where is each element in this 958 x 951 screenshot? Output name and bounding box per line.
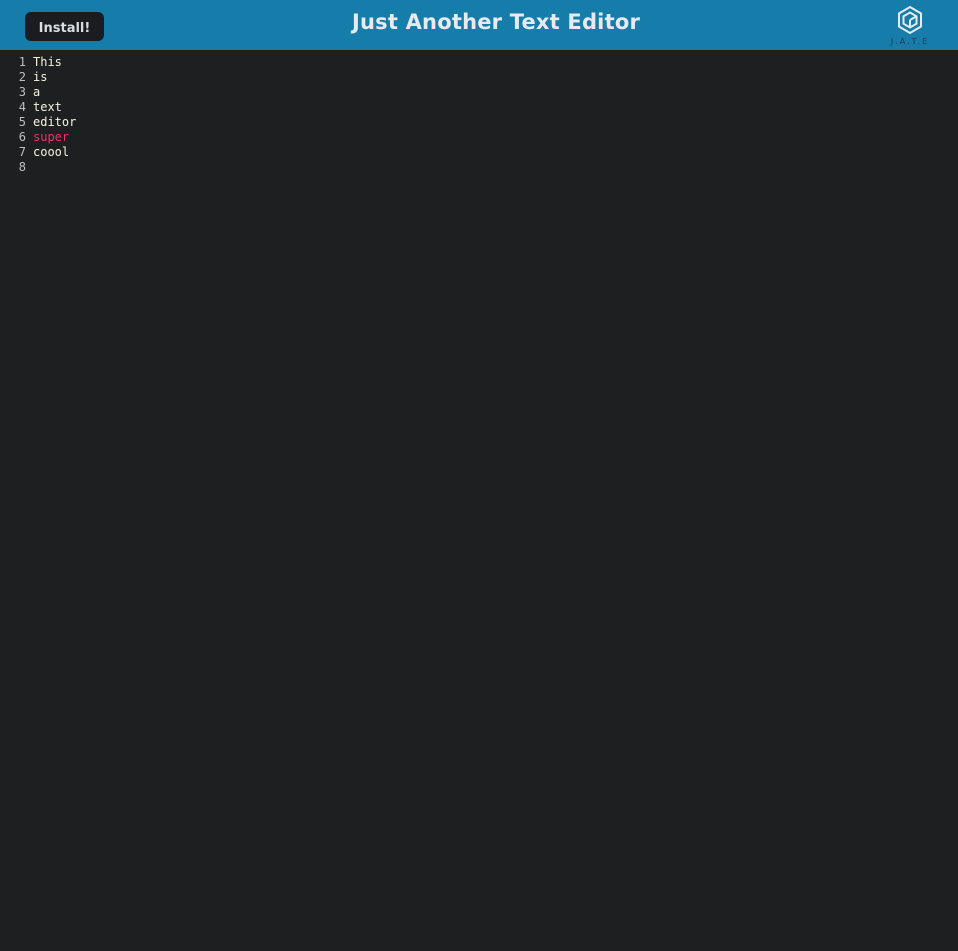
line-text[interactable]: This	[33, 55, 62, 69]
line-text[interactable]: editor	[33, 115, 76, 129]
navbar: Install! Just Another Text Editor J.A.T.…	[0, 0, 958, 50]
editor-line[interactable]: 6 super	[0, 130, 76, 145]
editor-lines[interactable]: 1 This 2 is 3a 4 text 5 editor 6 super 7 coool…	[0, 55, 77, 175]
editor-line[interactable]: 1 This	[0, 55, 76, 70]
editor-line[interactable]: 2 is	[0, 70, 76, 85]
app-logo: J.A.T.E	[888, 4, 932, 48]
line-text-keyword[interactable]: super	[33, 130, 69, 144]
editor-line[interactable]: 7 coool	[0, 145, 76, 160]
line-text[interactable]: is	[33, 70, 47, 84]
line-number: 1	[18, 55, 26, 69]
editor-line[interactable]: 4 text	[0, 100, 76, 115]
line-text[interactable]: text	[33, 100, 62, 114]
line-text[interactable]: coool	[33, 145, 69, 159]
line-number: 7	[18, 145, 26, 159]
hexagon-logo-icon	[898, 5, 922, 35]
code-editor[interactable]: 1 This 2 is 3a 4 text 5 editor 6 super 7 coool…	[0, 50, 958, 951]
line-number: 8	[18, 160, 26, 174]
line-number: 5	[18, 115, 26, 129]
line-number: 6	[18, 130, 26, 144]
line-number: 3	[18, 85, 26, 99]
line-number: 4	[18, 100, 26, 114]
editor-line[interactable]: 8	[0, 160, 76, 175]
editor-line[interactable]: 5 editor	[0, 115, 77, 130]
editor-line[interactable]: 3a	[0, 85, 76, 100]
page-title: Just Another Text Editor	[351, 10, 640, 34]
line-text[interactable]: a	[33, 85, 40, 99]
logo-text: J.A.T.E	[890, 37, 930, 46]
line-number: 2	[18, 70, 26, 84]
